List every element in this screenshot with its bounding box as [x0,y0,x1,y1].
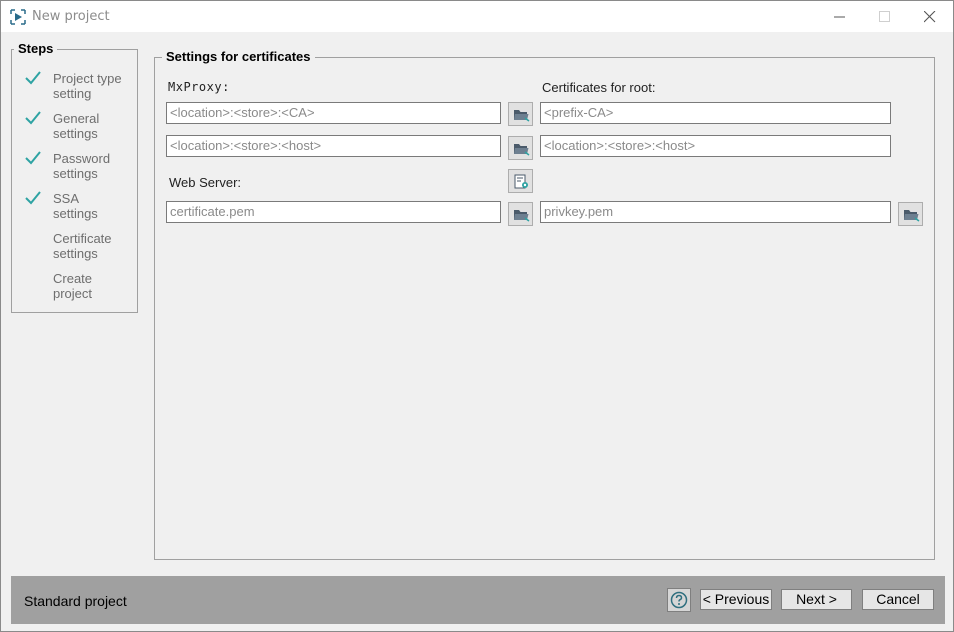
step-create-project: Create project [53,271,93,301]
folder-icon [514,210,530,222]
title-bar: New project [1,1,953,32]
mxproxy-ca-field[interactable]: <location>:<store>:<CA> [166,102,501,124]
maximize-button [862,1,908,32]
footer-bar: Standard project < Previous Next > Cance… [11,576,945,624]
mxproxy-label: MxProxy: [168,80,230,94]
check-icon [25,191,41,205]
close-button[interactable] [907,1,953,32]
browse-mxproxy-ca-button[interactable] [508,102,533,126]
check-icon [25,111,41,125]
steps-title: Steps [14,41,58,56]
root-host-field[interactable]: <location>:<store>:<host> [540,135,891,157]
check-icon [25,71,41,85]
next-button[interactable]: Next > [781,589,852,610]
minimize-button[interactable] [817,1,863,32]
step-general: General settings [53,111,100,141]
maximize-icon [879,11,890,22]
project-type-text: Standard project [24,593,127,609]
web-server-label: Web Server: [169,175,242,190]
web-private-key-field[interactable]: privkey.pem [540,201,891,223]
certificate-settings-group [154,57,935,560]
close-icon [924,11,936,23]
web-certificate-field[interactable]: certificate.pem [166,201,501,223]
root-certificates-label: Certificates for root: [542,80,656,95]
window-title: New project [32,9,110,24]
browse-web-private-key-button[interactable] [898,202,923,226]
app-icon [10,9,26,25]
minimize-icon [834,16,845,18]
generate-certificate-button[interactable] [508,169,533,193]
step-certificate: Certificate settings [53,231,112,261]
folder-icon [904,210,920,222]
step-project-type: Project type setting [53,71,122,101]
cancel-button[interactable]: Cancel [862,589,934,610]
check-icon [25,151,41,165]
root-ca-prefix-field[interactable]: <prefix-CA> [540,102,891,124]
mxproxy-host-field[interactable]: <location>:<store>:<host> [166,135,501,157]
previous-button[interactable]: < Previous [700,589,772,610]
step-password: Password settings [53,151,111,181]
new-project-window: New project Steps Project type setting Ge… [0,0,954,632]
step-ssa: SSA settings [53,191,98,221]
browse-mxproxy-host-button[interactable] [508,136,533,160]
help-icon [670,591,688,609]
folder-icon [514,110,530,122]
help-button[interactable] [667,588,691,612]
folder-icon [514,144,530,156]
settings-title: Settings for certificates [162,49,315,64]
browse-web-certificate-button[interactable] [508,202,533,226]
certificate-icon [514,174,528,189]
